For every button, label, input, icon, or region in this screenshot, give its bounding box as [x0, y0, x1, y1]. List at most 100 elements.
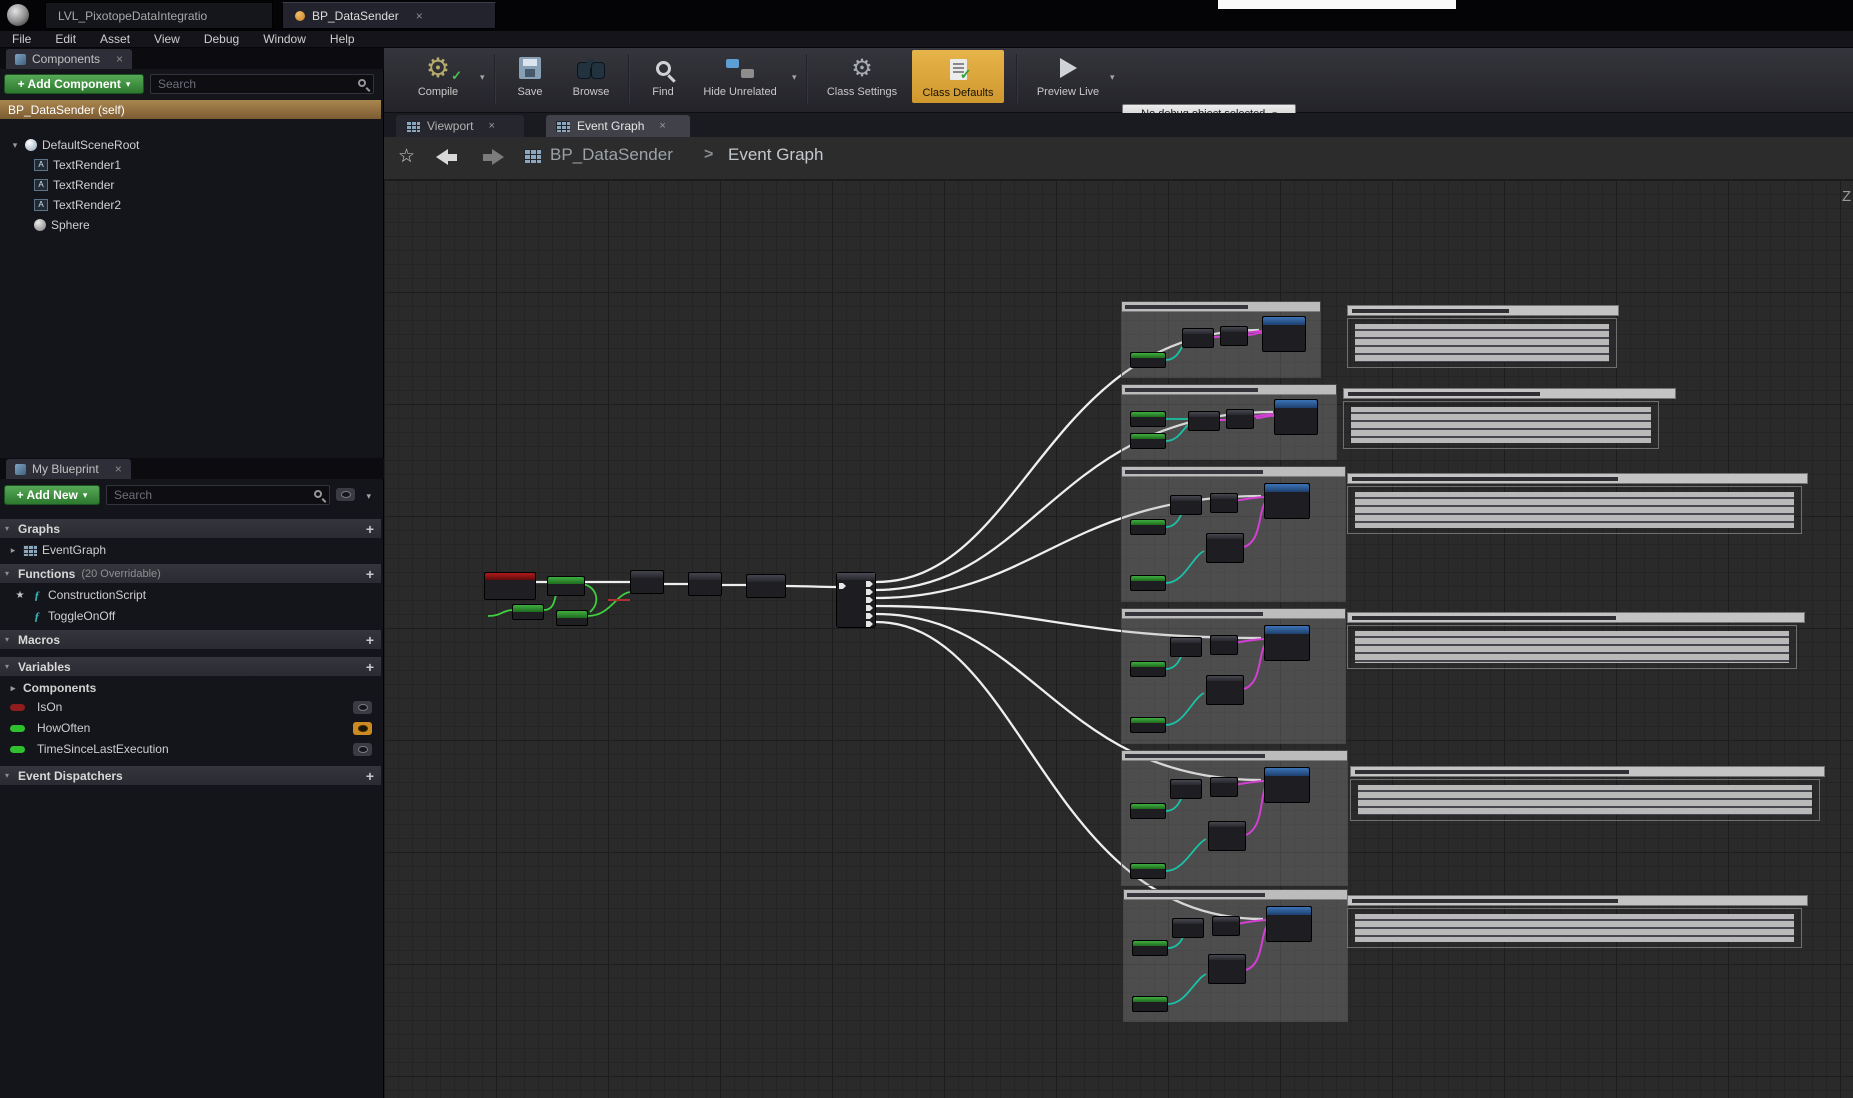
function-node[interactable]	[688, 572, 722, 596]
node-cluster-6[interactable]	[1123, 889, 1348, 1022]
node[interactable]	[1130, 575, 1166, 591]
node[interactable]	[1226, 409, 1254, 429]
node[interactable]	[1210, 635, 1238, 655]
back-arrow-icon[interactable]	[436, 149, 462, 166]
node[interactable]	[1208, 821, 1246, 851]
comment-box-text[interactable]	[1347, 486, 1802, 534]
forward-arrow-icon[interactable]	[478, 149, 504, 166]
function-node[interactable]	[630, 570, 664, 594]
sequence-node[interactable]	[836, 572, 876, 628]
node[interactable]	[1170, 779, 1202, 799]
node[interactable]	[1220, 326, 1248, 346]
node[interactable]	[1130, 411, 1166, 427]
expander-icon[interactable]: ▸	[8, 545, 18, 556]
add-new-button[interactable]: + Add New ▾	[4, 485, 100, 505]
set-text-node[interactable]	[1266, 906, 1312, 942]
preview-live-dropdown-icon[interactable]: ▾	[1110, 72, 1115, 83]
node[interactable]	[1210, 777, 1238, 797]
comment-box-text[interactable]	[1347, 908, 1802, 948]
node[interactable]	[1130, 433, 1166, 449]
node[interactable]	[1132, 996, 1168, 1012]
set-text-node[interactable]	[1264, 483, 1310, 519]
node[interactable]	[1170, 495, 1202, 515]
my-blueprint-search-input[interactable]	[106, 485, 330, 505]
components-category-row[interactable]: ▸ Components	[0, 679, 381, 697]
tab-bp-datasender[interactable]: BP_DataSender ×	[282, 2, 496, 29]
preview-live-button[interactable]: Preview Live	[1028, 52, 1108, 98]
visibility-eye-icon[interactable]	[353, 743, 372, 756]
node[interactable]	[1130, 661, 1166, 677]
component-row-defaultsceneroot[interactable]: ▾ DefaultSceneRoot	[0, 136, 381, 154]
comment-box-title[interactable]	[1350, 766, 1825, 777]
component-row-textrender1[interactable]: TextRender1	[0, 156, 381, 174]
graphs-section-header[interactable]: ▾ Graphs +	[0, 519, 381, 538]
expander-icon[interactable]: ▾	[10, 140, 20, 151]
close-icon[interactable]: ×	[116, 52, 123, 66]
menu-view[interactable]: View	[142, 32, 192, 46]
comment-box-title[interactable]	[1347, 612, 1805, 623]
add-event-dispatcher-button[interactable]: +	[366, 766, 374, 785]
node-cluster-2[interactable]	[1121, 384, 1337, 460]
class-defaults-button[interactable]: ✓ Class Defaults	[912, 50, 1004, 103]
function-node[interactable]	[746, 574, 786, 598]
event-graph-canvas[interactable]: Z	[384, 180, 1853, 1098]
menu-edit[interactable]: Edit	[43, 32, 88, 46]
menu-file[interactable]: File	[0, 32, 43, 46]
view-options-eye-icon[interactable]	[336, 488, 355, 501]
compile-button[interactable]: ⚙ ✓ Compile	[400, 52, 476, 98]
close-icon[interactable]: ×	[488, 120, 494, 132]
set-text-node[interactable]	[1264, 625, 1310, 661]
find-button[interactable]: Find	[636, 52, 690, 98]
node[interactable]	[1170, 637, 1202, 657]
node[interactable]	[1130, 863, 1166, 879]
menu-help[interactable]: Help	[318, 32, 367, 46]
functions-section-header[interactable]: ▾ Functions (20 Overridable) +	[0, 564, 381, 583]
my-blueprint-panel-tab[interactable]: My Blueprint ×	[6, 459, 131, 479]
compile-dropdown-icon[interactable]: ▾	[480, 72, 485, 83]
event-node[interactable]	[484, 572, 536, 600]
add-macro-button[interactable]: +	[366, 630, 374, 649]
breadcrumb-root[interactable]: BP_DataSender	[550, 145, 673, 165]
node-cluster-4[interactable]	[1121, 608, 1346, 744]
node[interactable]	[1130, 717, 1166, 733]
variable-row-ison[interactable]: IsOn	[0, 698, 381, 716]
component-row-self-selected[interactable]: BP_DataSender (self)	[0, 100, 381, 119]
hide-unrelated-dropdown-icon[interactable]: ▾	[792, 72, 797, 83]
comment-box-text[interactable]	[1343, 401, 1659, 449]
add-graph-button[interactable]: +	[366, 519, 374, 538]
components-panel-tab[interactable]: Components ×	[6, 49, 132, 69]
add-function-button[interactable]: +	[366, 564, 374, 583]
node[interactable]	[1210, 493, 1238, 513]
event-graph-row[interactable]: ▸ EventGraph	[0, 541, 381, 559]
comment-box-title[interactable]	[1347, 305, 1619, 316]
add-component-button[interactable]: + Add Component ▾	[4, 74, 144, 94]
component-row-sphere[interactable]: Sphere	[0, 216, 381, 234]
pure-function-node[interactable]	[512, 604, 544, 620]
function-row-constructionscript[interactable]: ★ ƒ ConstructionScript	[0, 586, 381, 604]
comment-box-text[interactable]	[1347, 318, 1617, 368]
node[interactable]	[1130, 519, 1166, 535]
macros-section-header[interactable]: ▾ Macros +	[0, 630, 381, 649]
menu-window[interactable]: Window	[251, 32, 318, 46]
pure-function-node[interactable]	[547, 576, 585, 596]
component-row-textrender2[interactable]: TextRender2	[0, 196, 381, 214]
close-icon[interactable]: ×	[416, 9, 423, 23]
node[interactable]	[1182, 328, 1214, 348]
hide-unrelated-button[interactable]: Hide Unrelated	[692, 52, 788, 98]
variables-section-header[interactable]: ▾ Variables +	[0, 657, 381, 676]
viewport-tab[interactable]: Viewport ×	[396, 115, 524, 137]
node-cluster-3[interactable]	[1121, 466, 1346, 602]
comment-box-title[interactable]	[1347, 895, 1808, 906]
class-settings-button[interactable]: ⚙ Class Settings	[816, 52, 908, 98]
node[interactable]	[1172, 918, 1204, 938]
chevron-down-icon[interactable]: ▾	[366, 491, 371, 502]
menu-asset[interactable]: Asset	[88, 32, 142, 46]
event-graph-tab[interactable]: Event Graph ×	[546, 115, 690, 137]
node[interactable]	[1130, 352, 1166, 368]
node[interactable]	[1130, 803, 1166, 819]
tab-level[interactable]: LVL_PixotopeDataIntegratio	[45, 2, 273, 29]
close-icon[interactable]: ×	[115, 462, 122, 476]
add-variable-button[interactable]: +	[366, 657, 374, 676]
save-button[interactable]: Save	[502, 52, 558, 98]
comment-box-title[interactable]	[1343, 388, 1676, 399]
